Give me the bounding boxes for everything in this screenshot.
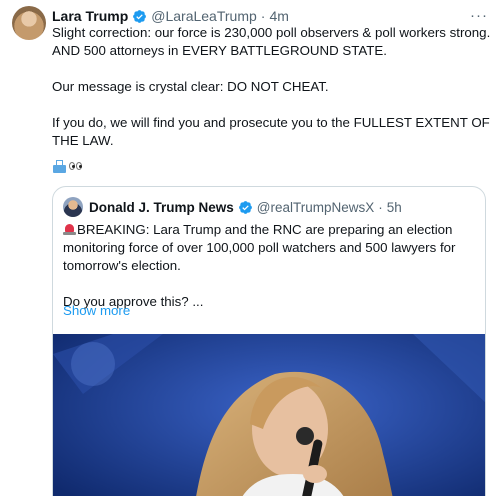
ballot-box-icon: [52, 159, 67, 173]
eyes-icon: [69, 162, 82, 170]
author-handle[interactable]: @LaraLeaTrump: [151, 8, 257, 24]
quote-text: BREAKING: Lara Trump and the RNC are pre…: [63, 222, 456, 309]
dot-separator: ·: [378, 199, 383, 215]
police-siren-icon: [63, 223, 76, 235]
avatar[interactable]: [12, 6, 46, 40]
author-name[interactable]: Lara Trump: [52, 8, 128, 24]
photo-illustration: [53, 334, 485, 496]
show-more-link[interactable]: Show more: [63, 303, 130, 318]
quote-header: Donald J. Trump News @realTrumpNewsX · 5…: [89, 197, 402, 217]
tweet-header: Lara Trump @LaraLeaTrump · 4m: [52, 6, 289, 26]
quote-author-name[interactable]: Donald J. Trump News: [89, 200, 234, 215]
dot-separator: ·: [260, 8, 266, 24]
quote-photo[interactable]: [53, 334, 485, 496]
more-options-icon[interactable]: ···: [468, 6, 490, 24]
tweet[interactable]: Lara Trump @LaraLeaTrump · 4m ··· Slight…: [0, 0, 500, 496]
quote-text-block: BREAKING: Lara Trump and the RNC are pre…: [63, 221, 477, 311]
verified-badge-icon: [133, 9, 147, 23]
quoted-tweet[interactable]: Donald J. Trump News @realTrumpNewsX · 5…: [52, 186, 486, 496]
quote-author-handle[interactable]: @realTrumpNewsX: [257, 200, 374, 215]
timestamp[interactable]: 4m: [269, 8, 288, 24]
quote-timestamp[interactable]: 5h: [387, 200, 402, 215]
verified-badge-icon: [238, 200, 252, 214]
emoji-row: [52, 158, 82, 174]
quote-avatar[interactable]: [63, 197, 83, 217]
tweet-text: Slight correction: our force is 230,000 …: [52, 25, 491, 148]
